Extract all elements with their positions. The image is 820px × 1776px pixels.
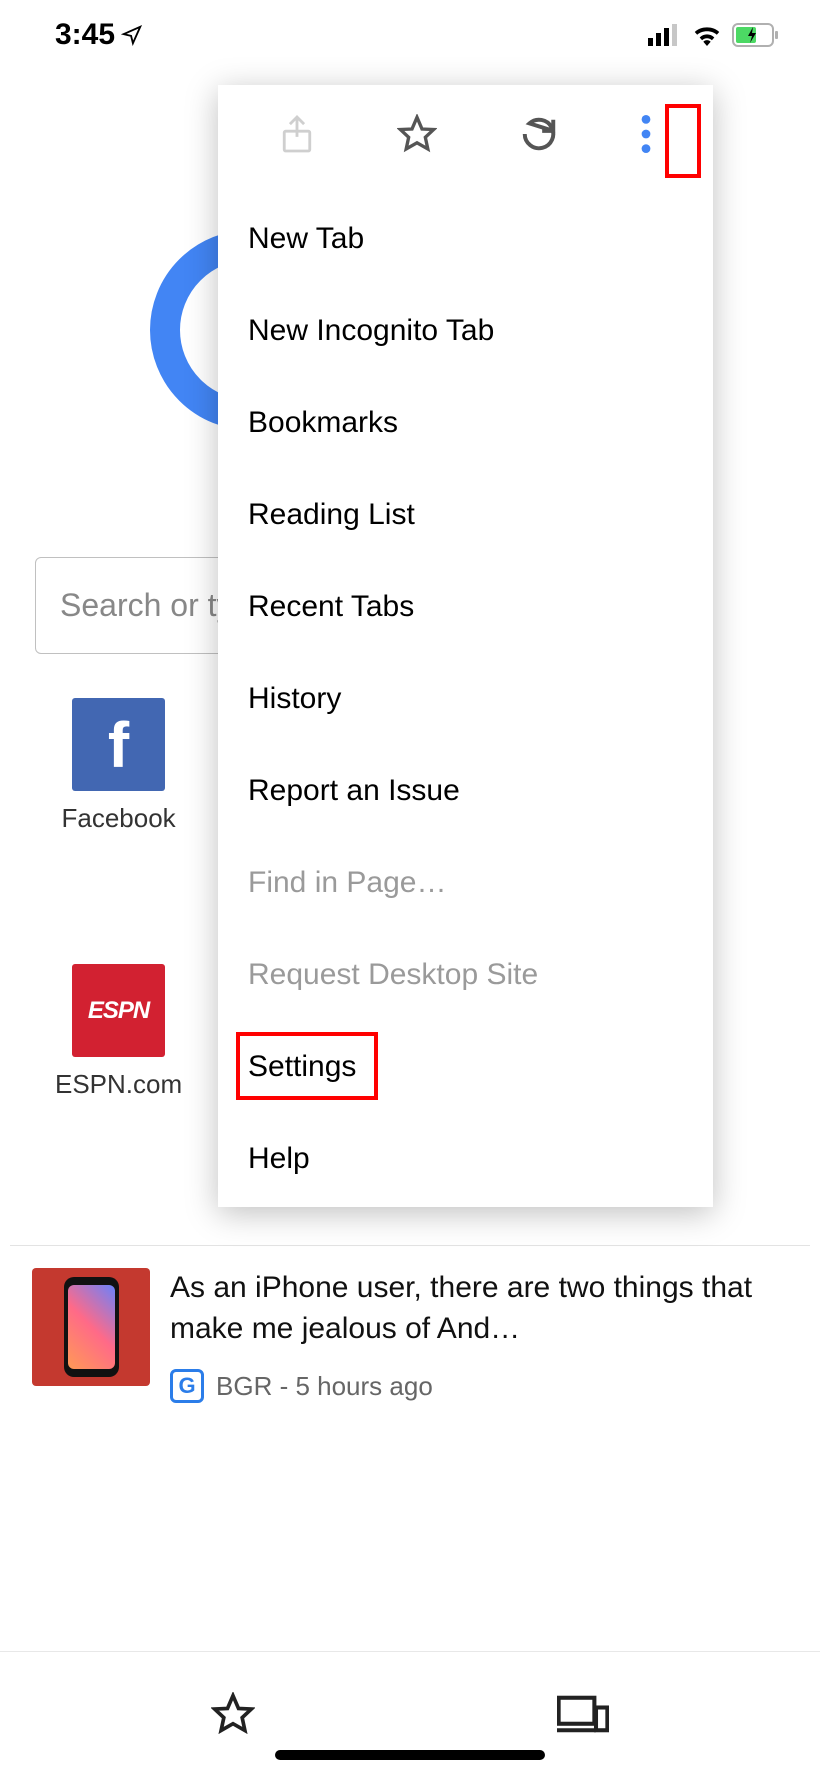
location-icon [121,24,143,46]
menu-help[interactable]: Help [218,1113,713,1205]
devices-icon[interactable] [557,1694,609,1734]
star-icon[interactable] [397,114,437,154]
menu-reading-list[interactable]: Reading List [218,469,713,561]
menu-icon-row [218,85,713,183]
article-card[interactable]: As an iPhone user, there are two things … [10,1245,810,1425]
search-placeholder: Search or ty [60,587,233,624]
cellular-signal-icon [648,24,682,46]
article-age: 5 hours ago [295,1371,432,1401]
status-bar: 3:45 [0,0,820,70]
share-icon[interactable] [280,114,314,154]
menu-new-tab[interactable]: New Tab [218,193,713,285]
menu-recent-tabs[interactable]: Recent Tabs [218,561,713,653]
menu-new-incognito-tab[interactable]: New Incognito Tab [218,285,713,377]
article-title: As an iPhone user, there are two things … [170,1268,788,1349]
article-source: BGR [216,1371,272,1401]
bookmark-label: Facebook [61,803,175,834]
more-icon[interactable] [641,115,651,153]
source-badge-icon: G [170,1369,204,1403]
status-time: 3:45 [55,18,143,52]
clock-text: 3:45 [55,18,115,52]
menu-bookmarks[interactable]: Bookmarks [218,377,713,469]
article-meta: G BGR - 5 hours ago [170,1369,788,1403]
bookmark-espn[interactable]: ESPN ESPN.com [55,964,182,1100]
highlight-more-button [665,104,701,178]
highlight-settings [236,1032,378,1100]
battery-charging-icon [732,23,780,47]
article-thumbnail [32,1268,150,1386]
menu-find-in-page: Find in Page… [218,837,713,929]
bookmark-facebook[interactable]: f Facebook [55,698,182,834]
home-indicator[interactable] [275,1750,545,1760]
wifi-icon [692,24,722,46]
menu-report-issue[interactable]: Report an Issue [218,745,713,837]
status-indicators [648,23,780,47]
bookmark-star-icon[interactable] [211,1692,255,1736]
quick-links: f Facebook ESPN ESPN.com [55,698,182,1230]
menu-request-desktop: Request Desktop Site [218,929,713,1021]
reload-icon[interactable] [520,115,558,153]
espn-icon: ESPN [72,964,165,1057]
menu-history[interactable]: History [218,653,713,745]
facebook-icon: f [72,698,165,791]
bookmark-label: ESPN.com [55,1069,182,1100]
